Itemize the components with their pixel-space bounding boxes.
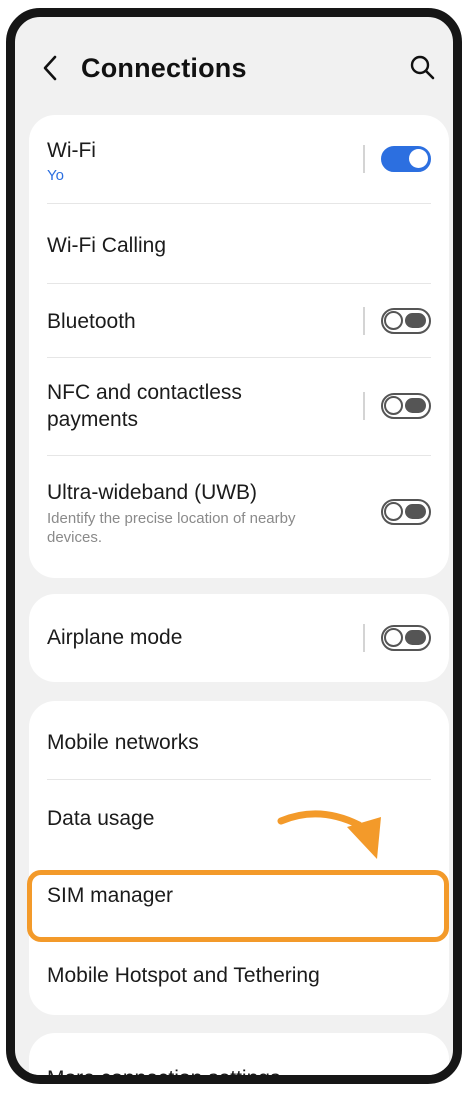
page-title: Connections xyxy=(81,53,247,83)
airplane-card: Airplane mode xyxy=(29,594,449,682)
data-usage-label: Data usage xyxy=(47,807,155,830)
toggle-knob xyxy=(384,502,403,521)
divider-vertical xyxy=(363,145,365,173)
uwb-description-line1: Identify the precise location of nearby xyxy=(47,510,296,527)
toggle-knob xyxy=(409,149,428,168)
uwb-toggle[interactable] xyxy=(381,499,431,525)
uwb-row[interactable]: Ultra-wideband (UWB) Identify the precis… xyxy=(29,455,449,578)
search-icon[interactable] xyxy=(409,54,435,80)
wifi-calling-label: Wi-Fi Calling xyxy=(47,234,167,257)
mobile-hotspot-row[interactable]: Mobile Hotspot and Tethering xyxy=(29,935,449,1015)
divider-vertical xyxy=(363,307,365,335)
nfc-row[interactable]: NFC and contactless payments xyxy=(29,357,449,455)
toggle-knob xyxy=(384,628,403,647)
mobile-networks-label: Mobile networks xyxy=(47,731,199,754)
airplane-mode-row[interactable]: Airplane mode xyxy=(29,594,449,682)
wifi-toggle[interactable] xyxy=(381,146,431,172)
airplane-mode-label: Airplane mode xyxy=(47,626,183,649)
more-connection-settings-row[interactable]: More connection settings xyxy=(29,1033,449,1084)
chevron-left-icon[interactable] xyxy=(39,53,61,83)
more-settings-card: More connection settings xyxy=(29,1033,449,1084)
toggle-knob xyxy=(384,311,403,330)
toggle-track xyxy=(405,398,426,413)
nfc-label-line2: payments xyxy=(47,408,139,431)
highlight-box xyxy=(27,870,449,942)
nfc-label-line1: NFC and contactless xyxy=(47,381,242,404)
bluetooth-row[interactable]: Bluetooth xyxy=(29,283,449,357)
uwb-label: Ultra-wideband (UWB) xyxy=(47,481,258,504)
divider-vertical xyxy=(363,624,365,652)
more-connection-settings-label: More connection settings xyxy=(47,1067,281,1084)
toggle-track xyxy=(405,630,426,645)
airplane-mode-toggle[interactable] xyxy=(381,625,431,651)
mobile-hotspot-label: Mobile Hotspot and Tethering xyxy=(47,964,320,987)
nfc-toggle[interactable] xyxy=(381,393,431,419)
app-header: Connections xyxy=(15,17,453,113)
bluetooth-toggle[interactable] xyxy=(381,308,431,334)
wireless-settings-card: Wi-Fi Yo Wi-Fi Calling Bluetooth NFC and… xyxy=(29,115,449,578)
mobile-networks-row[interactable]: Mobile networks xyxy=(29,701,449,779)
toggle-knob xyxy=(384,396,403,415)
wifi-calling-row[interactable]: Wi-Fi Calling xyxy=(29,203,449,283)
phone-frame: Connections Wi-Fi Yo Wi-Fi Calling Bluet… xyxy=(6,8,462,1084)
toggle-track xyxy=(405,504,426,519)
divider-vertical xyxy=(363,392,365,420)
wifi-row[interactable]: Wi-Fi Yo xyxy=(29,115,449,203)
wifi-label: Wi-Fi xyxy=(47,139,96,162)
bluetooth-label: Bluetooth xyxy=(47,310,136,333)
wifi-network-name: Yo xyxy=(47,167,64,184)
uwb-description-line2: devices. xyxy=(47,529,103,546)
toggle-track xyxy=(405,313,426,328)
pointer-arrow-icon xyxy=(277,810,381,859)
